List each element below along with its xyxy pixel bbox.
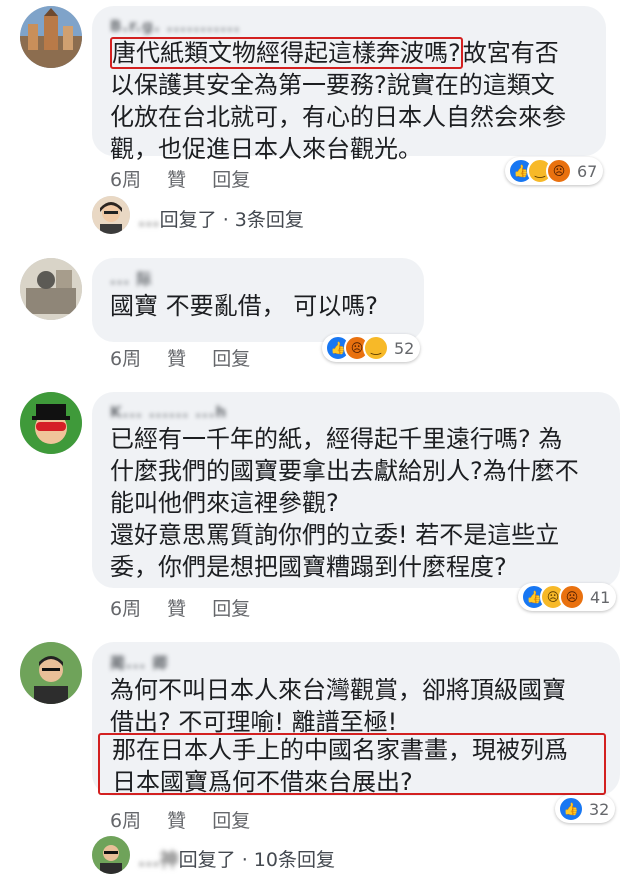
- reactions-summary[interactable]: 👍 ☹ ☹ 41: [518, 583, 617, 611]
- timestamp[interactable]: 6周: [110, 810, 141, 832]
- commenter-avatar[interactable]: [20, 392, 82, 454]
- reply-button[interactable]: 回复: [212, 810, 250, 832]
- reactions-summary[interactable]: 👍 ☹ ‿ 52: [322, 334, 421, 362]
- comment-bubble: ... 际 國寶 不要亂借， 可以嗎?: [92, 258, 424, 342]
- like-button[interactable]: 贊: [167, 348, 186, 370]
- comment-text: 已經有一千年的紙，經得起千里遠行嗎? 為 什麼我們的國寶要拿出去獻給別人?為什麼…: [110, 425, 579, 581]
- replier-name: ...: [138, 209, 160, 231]
- like-reaction-icon: 👍: [558, 796, 584, 822]
- reaction-count: 67: [577, 161, 598, 181]
- replier-name: ...神: [138, 849, 179, 871]
- timestamp[interactable]: 6周: [110, 348, 141, 370]
- commenter-avatar[interactable]: [20, 642, 82, 704]
- highlighted-comment-text: 那在日本人手上的中國名家書畫，現被列爲 日本國寶爲何不借來台展出?: [112, 736, 568, 796]
- commenter-name[interactable]: K... ...... ...h: [110, 403, 227, 421]
- commenter-name[interactable]: B.r.g. ...........: [110, 17, 240, 35]
- reactions-summary[interactable]: 👍 32: [555, 795, 616, 823]
- like-button[interactable]: 贊: [167, 169, 186, 191]
- angry-reaction-icon: ☹: [559, 584, 585, 610]
- reply-button[interactable]: 回复: [212, 169, 250, 191]
- comment-text: 國寶 不要亂借， 可以嗎?: [110, 292, 378, 320]
- commenter-name[interactable]: ... 际: [110, 268, 152, 288]
- reply-thread-link[interactable]: ...神回复了 · 10条回复: [138, 845, 335, 872]
- reactions-summary[interactable]: 👍 ‿ ☹ 67: [505, 157, 604, 185]
- reaction-count: 41: [590, 587, 611, 607]
- comment-text: 唐代紙類文物經得起這樣奔波嗎?故宮有否 以保護其安全為第一要務?說實在的這類文 …: [110, 37, 566, 163]
- reply-thread-link[interactable]: ...回复了 · 3条回复: [138, 205, 304, 232]
- comment-text: 為何不叫日本人來台灣觀賞，卻將頂級國寶 借出? 不可理喻! 離譜至極!: [110, 676, 566, 736]
- highlight-box: 那在日本人手上的中國名家書畫，現被列爲 日本國寶爲何不借來台展出?: [98, 733, 606, 796]
- commenter-name[interactable]: 蔺... 卿: [110, 652, 168, 672]
- timestamp[interactable]: 6周: [110, 169, 141, 191]
- commenter-avatar[interactable]: [20, 258, 82, 320]
- like-button[interactable]: 贊: [167, 598, 186, 620]
- like-button[interactable]: 贊: [167, 810, 186, 832]
- commenter-avatar[interactable]: [20, 6, 82, 68]
- comment-actions: 6周 贊 回复: [110, 806, 270, 833]
- comment-bubble: K... ...... ...h 已經有一千年的紙，經得起千里遠行嗎? 為 什麼…: [92, 392, 620, 588]
- angry-reaction-icon: ☹: [546, 158, 572, 184]
- reply-button[interactable]: 回复: [212, 348, 250, 370]
- reaction-count: 32: [589, 799, 610, 819]
- comment-actions: 6周 贊 回复: [110, 344, 270, 371]
- reply-avatar[interactable]: [92, 196, 130, 234]
- highlight-box: 唐代紙類文物經得起這樣奔波嗎?: [110, 37, 463, 69]
- timestamp[interactable]: 6周: [110, 598, 141, 620]
- reply-avatar[interactable]: [92, 836, 130, 874]
- reply-button[interactable]: 回复: [212, 598, 250, 620]
- reaction-count: 52: [394, 338, 415, 358]
- comment-actions: 6周 贊 回复: [110, 165, 270, 192]
- comment-bubble: B.r.g. ........... 唐代紙類文物經得起這樣奔波嗎?故宮有否 以…: [92, 6, 606, 163]
- haha-reaction-icon: ‿: [363, 335, 389, 361]
- comment-actions: 6周 贊 回复: [110, 594, 270, 621]
